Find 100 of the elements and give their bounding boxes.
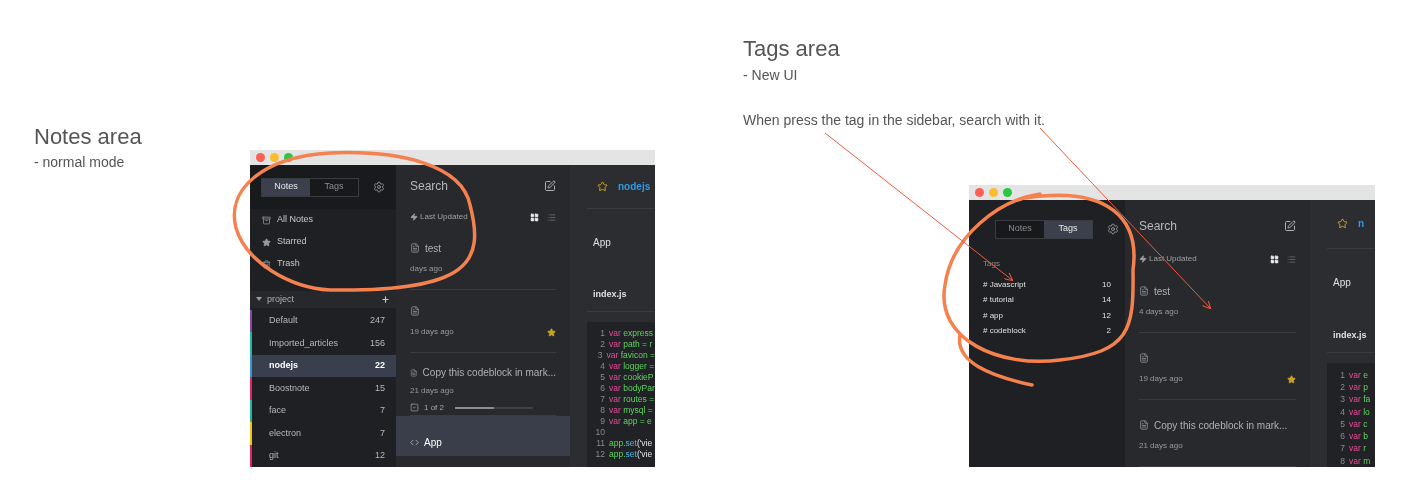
code-line: var c xyxy=(1349,417,1368,431)
tag-item[interactable]: # codeblock 2 xyxy=(969,323,1125,339)
note-time: days ago xyxy=(410,263,443,275)
star-icon[interactable] xyxy=(1337,218,1348,230)
note-time: 4 days ago xyxy=(1139,306,1179,318)
note-heading: App xyxy=(592,235,611,250)
folder-count: 22 xyxy=(375,359,386,372)
note-item[interactable]: 19 days ago xyxy=(410,290,556,353)
code-line: var p xyxy=(1349,380,1368,394)
tag-item[interactable]: # app 12 xyxy=(969,308,1125,324)
line-number: 2 xyxy=(599,339,606,350)
settings-icon[interactable] xyxy=(1107,223,1119,235)
mode-tab[interactable]: Tags xyxy=(310,178,358,196)
code-line: var fa xyxy=(1349,393,1371,406)
note-item[interactable]: Copy this codeblock in mark... 21 days ago xyxy=(1139,400,1296,467)
note-title: test xyxy=(425,241,442,256)
line-number: 5 xyxy=(599,372,606,383)
line-number: 3 xyxy=(596,350,604,361)
folder-item[interactable]: electron 7 xyxy=(250,422,396,445)
bolt-icon xyxy=(410,213,418,221)
folder-name: Imported_articles xyxy=(268,336,340,350)
folder-name: electron xyxy=(268,426,303,440)
settings-icon[interactable] xyxy=(373,181,385,194)
note-title: Copy this codeblock in mark... xyxy=(1154,418,1288,433)
section-title: Tags area xyxy=(743,35,841,63)
code-line: var path = r xyxy=(609,339,653,350)
note-time: 19 days ago xyxy=(1139,373,1183,385)
star-icon[interactable] xyxy=(547,327,556,337)
code-line: var mysql = xyxy=(609,405,653,416)
note-time: 19 days ago xyxy=(410,326,454,338)
line-number: 10 xyxy=(594,427,606,438)
checkbox-icon xyxy=(410,403,419,413)
mode-tab[interactable]: Notes xyxy=(262,178,310,196)
note-item[interactable]: test 4 days ago xyxy=(1139,266,1296,333)
folder-item[interactable]: Imported_articles 156 xyxy=(250,332,396,355)
code-line: var lo xyxy=(1349,405,1370,418)
sort-control[interactable]: Last Updated xyxy=(1139,253,1197,265)
folder-item[interactable]: face 7 xyxy=(250,399,396,422)
line-number: 12 xyxy=(594,449,606,460)
list-view-icon[interactable] xyxy=(1287,254,1296,264)
code-line: var express xyxy=(609,328,653,339)
grid-view-icon[interactable] xyxy=(530,212,539,222)
bolt-icon xyxy=(1139,255,1147,263)
line-number: 6 xyxy=(1339,430,1346,443)
tag-item[interactable]: # tutorial 14 xyxy=(969,292,1125,308)
code-line: app.set('vie xyxy=(609,449,653,460)
checklist-count: 1 of 2 xyxy=(424,401,444,414)
code-line: var logger = xyxy=(609,361,655,372)
section-subtitle: - normal mode xyxy=(34,153,126,172)
nav-item[interactable]: Starred xyxy=(250,231,396,254)
code-line: var b xyxy=(1349,430,1368,443)
nav-item[interactable]: Trash xyxy=(250,253,396,276)
folder-item[interactable]: Default 247 xyxy=(250,309,396,332)
note-item[interactable]: 19 days ago xyxy=(1139,333,1296,400)
add-icon[interactable] xyxy=(381,294,390,304)
folder-item[interactable]: Boostnote 15 xyxy=(250,377,396,400)
line-number: 4 xyxy=(599,361,606,372)
line-number: 9 xyxy=(599,416,606,427)
note-icon xyxy=(1139,286,1149,296)
folder-group-header[interactable]: project xyxy=(250,291,396,308)
note-title: test xyxy=(1154,284,1171,299)
folder-count: 7 xyxy=(380,426,386,440)
line-number: 8 xyxy=(1339,454,1346,467)
section-title: Notes area xyxy=(34,123,142,151)
compose-icon[interactable] xyxy=(1284,220,1296,232)
nav-item[interactable]: All Notes xyxy=(250,209,396,232)
line-number: 2 xyxy=(1339,380,1346,394)
folder-count: 15 xyxy=(375,381,386,395)
list-view-icon[interactable] xyxy=(547,212,556,222)
folder-link[interactable]: n xyxy=(1358,216,1365,232)
mode-tab[interactable]: Tags xyxy=(1044,220,1092,238)
mode-tab[interactable]: Notes xyxy=(996,220,1044,238)
line-number: 7 xyxy=(599,394,606,405)
note-icon xyxy=(410,367,418,378)
folder-item[interactable]: nodejs 22 xyxy=(250,354,396,377)
code-filename: index.js xyxy=(1332,329,1367,343)
sort-control[interactable]: Last Updated xyxy=(410,211,468,223)
section-description: When press the tag in the sidebar, search with it. xyxy=(743,111,1045,130)
code-line: var r xyxy=(1349,442,1366,455)
folder-link[interactable]: nodejs xyxy=(618,179,651,194)
trash-icon xyxy=(262,259,271,269)
note-icon xyxy=(1139,353,1149,363)
code-line: var favicon = xyxy=(606,350,655,361)
star-icon[interactable] xyxy=(597,181,608,192)
compose-icon[interactable] xyxy=(544,180,556,192)
line-number: 4 xyxy=(1339,405,1346,418)
note-icon xyxy=(410,243,420,253)
grid-view-icon[interactable] xyxy=(1270,254,1279,264)
note-time: 21 days ago xyxy=(410,385,454,398)
note-item[interactable]: test days ago xyxy=(410,227,556,290)
tag-item[interactable]: # Javascript 10 xyxy=(969,277,1125,293)
note-item[interactable]: App xyxy=(396,416,570,456)
star-icon[interactable] xyxy=(1287,374,1296,384)
note-time: 21 days ago xyxy=(1139,440,1183,452)
line-number: 1 xyxy=(599,328,606,339)
folder-item[interactable]: git 12 xyxy=(250,444,396,467)
code-line: var routes = xyxy=(609,394,655,405)
folder-count: 12 xyxy=(375,449,386,462)
folder-name: nodejs xyxy=(268,359,299,372)
note-title: Copy this codeblock in mark... xyxy=(422,366,556,381)
